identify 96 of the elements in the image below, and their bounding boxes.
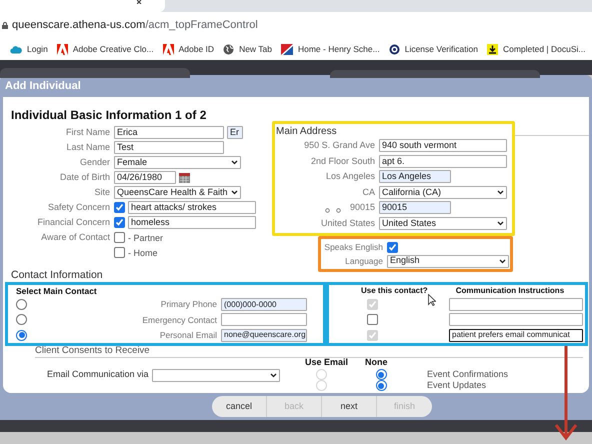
bookmark[interactable]: Completed | DocuSi... bbox=[486, 42, 586, 56]
field-label: 950 S. Grand Ave bbox=[304, 139, 375, 152]
input-field[interactable]: heart attacks/ strokes bbox=[128, 201, 256, 214]
checkbox[interactable] bbox=[387, 242, 398, 252]
radio-button[interactable] bbox=[376, 380, 386, 391]
bookmark[interactable]: Adobe Creative Clo... bbox=[56, 42, 154, 56]
field-label: Email Communication via bbox=[47, 368, 149, 382]
bookmark[interactable]: License Verification bbox=[388, 42, 478, 56]
dialog-title: Add Individual bbox=[4, 78, 82, 94]
column-header: Use Email bbox=[305, 356, 350, 368]
bookmark[interactable]: Login bbox=[10, 42, 48, 56]
section-heading: Select Main Contact bbox=[16, 285, 98, 297]
radio-button[interactable] bbox=[16, 314, 27, 326]
field-label: 2nd Floor South bbox=[310, 154, 375, 168]
checkbox[interactable] bbox=[114, 232, 125, 243]
seal-icon bbox=[388, 44, 400, 54]
checkbox[interactable] bbox=[114, 247, 125, 258]
field-label: Last Name bbox=[66, 140, 110, 154]
select-field[interactable]: California (CA) bbox=[379, 186, 507, 199]
adobe-logo-icon bbox=[162, 44, 174, 54]
cloud-icon bbox=[10, 44, 22, 54]
column-header: Communication Instructions bbox=[456, 285, 564, 297]
field-label: Date of Birth bbox=[60, 170, 110, 184]
field-label: CA bbox=[362, 186, 375, 198]
caret-icon bbox=[497, 190, 504, 195]
event-label: Event Confirmations bbox=[427, 368, 508, 381]
section-heading: Contact Information bbox=[10, 270, 104, 282]
radio-button[interactable] bbox=[16, 299, 27, 310]
field-label: Emergency Contact bbox=[142, 314, 217, 326]
field-label: Primary Phone bbox=[160, 298, 217, 312]
mouse-pointer-icon bbox=[428, 294, 436, 306]
field-label: Los Angeles bbox=[326, 170, 375, 183]
field-label: Gender bbox=[80, 156, 110, 169]
section-heading: Individual Basic Information 1 of 2 bbox=[11, 107, 208, 124]
next-button[interactable]: next bbox=[322, 396, 377, 417]
column-header: Use this contact? bbox=[361, 285, 428, 297]
field-label: Language bbox=[345, 254, 383, 268]
checkbox[interactable] bbox=[114, 217, 125, 228]
adobe-logo-icon bbox=[56, 44, 68, 54]
input-field[interactable] bbox=[449, 298, 583, 312]
bookmark[interactable]: Home - Henry Sche... bbox=[280, 42, 380, 56]
section-heading: Client Consents to Receive bbox=[34, 346, 151, 357]
caret-icon bbox=[270, 372, 277, 378]
input-field[interactable]: homeless bbox=[128, 216, 256, 229]
input-field[interactable]: Er bbox=[227, 126, 243, 139]
select-field[interactable]: English bbox=[387, 254, 509, 268]
input-field[interactable]: apt 6. bbox=[379, 154, 507, 168]
field-label: Aware of Contact bbox=[41, 230, 110, 244]
input-field[interactable]: 90015 bbox=[379, 201, 451, 214]
input-field[interactable]: 04/26/1980 bbox=[114, 171, 176, 184]
select-field[interactable]: Female bbox=[114, 156, 241, 169]
input-field[interactable]: none@queenscare.org bbox=[221, 328, 307, 342]
column-header: None bbox=[365, 356, 388, 368]
caret-icon bbox=[231, 160, 238, 165]
input-field[interactable]: Los Angeles bbox=[379, 170, 451, 184]
checkbox[interactable] bbox=[114, 202, 125, 213]
bookmark[interactable]: New Tab bbox=[223, 42, 272, 56]
calendar-icon[interactable] bbox=[179, 172, 190, 182]
select-field[interactable]: United States bbox=[379, 216, 507, 230]
select-field[interactable] bbox=[152, 368, 280, 382]
flag-icon bbox=[280, 44, 293, 54]
cancel-button[interactable]: cancel bbox=[212, 396, 267, 417]
checkbox[interactable] bbox=[367, 314, 378, 326]
download-icon bbox=[486, 44, 498, 54]
field-label: Speaks English bbox=[324, 240, 383, 254]
caret-icon bbox=[497, 220, 504, 226]
radio-button[interactable] bbox=[16, 330, 27, 341]
input-field[interactable] bbox=[449, 313, 583, 326]
field-label: United States bbox=[320, 216, 375, 230]
input-field[interactable]: Erica bbox=[114, 126, 224, 139]
input-field[interactable]: Test bbox=[114, 141, 224, 154]
finish-button: finish bbox=[377, 396, 432, 417]
option-label: - Home bbox=[128, 246, 158, 260]
field-label: Site bbox=[94, 186, 110, 199]
option-label: - Partner bbox=[128, 232, 164, 245]
field-label: First Name bbox=[66, 126, 110, 139]
globe-icon bbox=[223, 44, 234, 54]
section-heading: Main Address bbox=[275, 124, 338, 138]
field-label: Safety Concern bbox=[48, 200, 110, 214]
select-field[interactable]: QueensCare Health & Faith bbox=[114, 186, 241, 199]
field-label: 90015 bbox=[350, 201, 375, 214]
field-label: Personal Email bbox=[160, 328, 217, 342]
lock-icon bbox=[2, 22, 8, 28]
field-label: Financial Concern bbox=[37, 216, 110, 229]
input-field[interactable]: patient prefers email communicat bbox=[449, 328, 583, 342]
input-field[interactable]: 940 south vermont bbox=[379, 139, 507, 152]
back-button: back bbox=[267, 396, 322, 417]
small-circles-icon bbox=[324, 208, 341, 213]
event-label: Event Updates bbox=[427, 378, 486, 392]
caret-icon bbox=[231, 190, 238, 195]
input-field[interactable]: (000)000-0000 bbox=[221, 298, 307, 312]
close-icon[interactable] bbox=[137, 0, 143, 4]
input-field[interactable] bbox=[221, 313, 307, 326]
bookmark[interactable]: Adobe ID bbox=[162, 42, 214, 56]
radio-button[interactable] bbox=[376, 369, 386, 380]
caret-icon bbox=[499, 258, 506, 264]
